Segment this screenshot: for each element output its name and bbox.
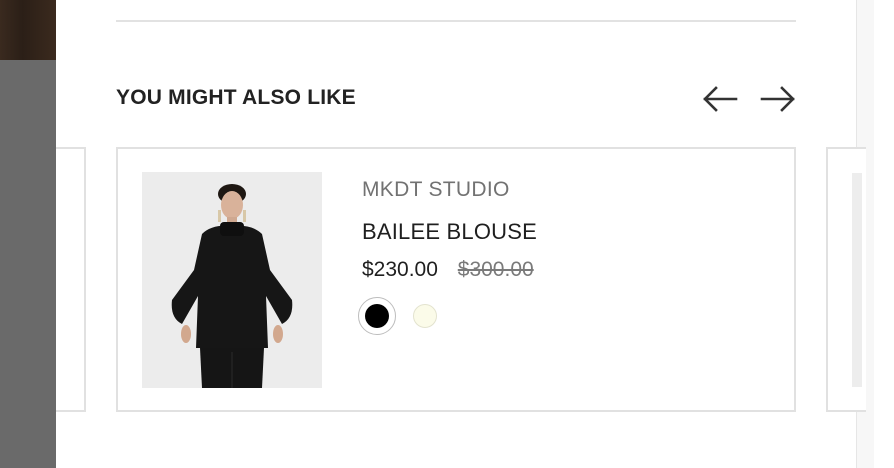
product-brand[interactable]: MKDT STUDIO [362,178,510,202]
swatch-cream[interactable] [406,297,444,335]
divider [116,20,796,22]
section-title: YOU MIGHT ALSO LIKE [116,86,356,109]
next-product-image [852,173,862,387]
color-swatches [358,297,444,335]
arrow-right-icon [760,86,795,112]
swatch-black[interactable] [358,297,396,335]
swatch-black-dot [365,304,389,328]
background-photo [0,0,56,60]
original-price: $300.00 [457,258,534,281]
carousel-prev-button[interactable] [700,82,740,116]
page-edge [874,0,894,468]
arrow-left-icon [703,86,738,112]
product-name[interactable]: BAILEE BLOUSE [362,219,537,245]
model-photo [142,172,322,388]
product-card-previous[interactable] [56,147,86,412]
product-card-next[interactable] [826,147,866,412]
carousel-next-button[interactable] [758,82,798,116]
sale-price: $230.00 [362,258,438,281]
modal-overlay[interactable] [0,0,56,468]
swatch-cream-dot [413,304,437,328]
product-card[interactable]: MKDT STUDIO BAILEE BLOUSE $230.00 $300.0… [116,147,796,412]
price-row: $230.00 $300.00 [362,258,534,282]
product-image[interactable] [142,172,322,388]
